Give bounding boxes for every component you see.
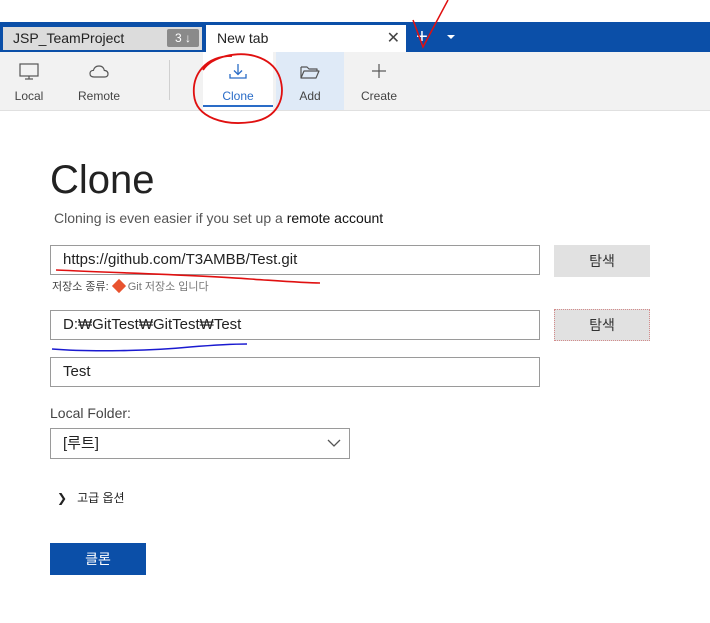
active-indicator [203,105,273,107]
add-label: Add [299,89,321,103]
local-folder-value: [루트] [63,435,99,452]
tab-new-tab[interactable]: New tab ✕ [206,25,406,52]
subtitle-text: Cloning is even easier if you set up a [54,210,287,226]
page-title: Clone [50,158,155,202]
chevron-down-icon[interactable] [444,30,458,44]
remote-button[interactable]: Remote [68,52,130,110]
plus-icon [372,64,386,78]
folder-open-icon [300,66,320,79]
create-button[interactable]: Create [346,52,412,110]
repo-name-input[interactable]: Test [50,357,540,387]
local-button[interactable]: Local [0,52,58,110]
tab-jsp-teamproject[interactable]: JSP_TeamProject 3 ↓ [3,27,202,50]
destination-path-input[interactable]: D:₩GitTest₩GitTest₩Test [50,310,540,340]
source-url-input[interactable]: https://github.com/T3AMBB/Test.git [50,245,540,275]
browse-source-button[interactable]: 탐색 [554,245,650,277]
chevron-right-icon: ❯ [57,491,68,505]
git-icon [111,279,126,294]
browse-destination-button[interactable]: 탐색 [554,309,650,341]
remote-label: Remote [77,89,121,103]
local-folder-label: Local Folder: [50,405,131,421]
download-icon [229,64,247,79]
local-folder-select[interactable]: [루트] [50,428,350,459]
remote-account-link[interactable]: remote account [287,210,384,226]
toolbar: Local Remote Clone Add Create [0,52,710,111]
monitor-icon [19,63,39,80]
new-tab-button[interactable]: + [413,25,431,50]
tab-label: JSP_TeamProject [13,30,125,46]
blue-underline-annotation [51,343,248,352]
advanced-options-toggle[interactable]: ❯ 고급 옵션 [57,489,125,506]
tab-label: New tab [217,30,269,46]
create-label: Create [360,89,398,103]
clone-button[interactable]: 클론 [50,543,146,575]
add-button[interactable]: Add [276,52,344,110]
repo-type-value: Git 저장소 입니다 [127,281,209,293]
repo-type-label: 저장소 종류: [52,281,109,293]
cloud-icon [89,65,109,78]
clone-label: Clone [222,89,254,103]
tab-bar: JSP_TeamProject 3 ↓ New tab ✕ + [0,0,710,52]
chevron-down-icon [327,439,341,447]
clone-tab-button[interactable]: Clone [203,52,273,110]
pull-count-badge: 3 ↓ [167,29,199,47]
toolbar-divider [169,60,170,100]
advanced-options-label: 고급 옵션 [77,491,125,505]
repo-type-info: 저장소 종류: Git 저장소 입니다 [52,278,209,294]
subtitle: Cloning is even easier if you set up a r… [54,210,383,226]
close-icon[interactable]: ✕ [387,25,400,52]
local-label: Local [14,89,44,103]
